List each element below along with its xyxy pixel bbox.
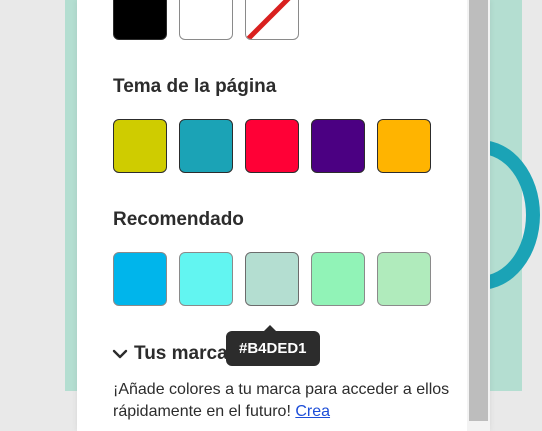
brands-section-toggle[interactable]: Tus marcas	[112, 343, 238, 365]
page-theme-swatch-row	[113, 119, 431, 173]
create-brand-link[interactable]: Crea	[295, 403, 330, 420]
panel-scrollbar[interactable]	[467, 0, 490, 431]
swatch-theme-5[interactable]	[377, 119, 431, 173]
recommended-title: Recomendado	[113, 209, 244, 230]
no-color-slash-icon	[246, 0, 291, 39]
swatch-recommended-1[interactable]	[113, 252, 167, 306]
basic-swatch-row	[113, 0, 299, 40]
chevron-down-icon	[112, 349, 128, 359]
swatch-theme-4[interactable]	[311, 119, 365, 173]
swatch-black[interactable]	[113, 0, 167, 40]
swatch-theme-1[interactable]	[113, 119, 167, 173]
brands-title: Tus marcas	[134, 343, 239, 364]
swatch-no-color[interactable]	[245, 0, 299, 40]
swatch-recommended-3[interactable]	[245, 252, 299, 306]
swatch-theme-2[interactable]	[179, 119, 233, 173]
color-hex-tooltip: #B4DED1	[226, 331, 320, 366]
scrollbar-thumb[interactable]	[469, 0, 488, 421]
recommended-swatch-row	[113, 252, 431, 306]
swatch-recommended-5[interactable]	[377, 252, 431, 306]
swatch-white[interactable]	[179, 0, 233, 40]
swatch-theme-3[interactable]	[245, 119, 299, 173]
page-theme-title: Tema de la página	[113, 76, 277, 97]
swatch-recommended-4[interactable]	[311, 252, 365, 306]
brands-description: ¡Añade colores a tu marca para acceder a…	[113, 379, 453, 423]
swatch-recommended-2[interactable]	[179, 252, 233, 306]
brands-description-text: ¡Añade colores a tu marca para acceder a…	[113, 381, 450, 420]
